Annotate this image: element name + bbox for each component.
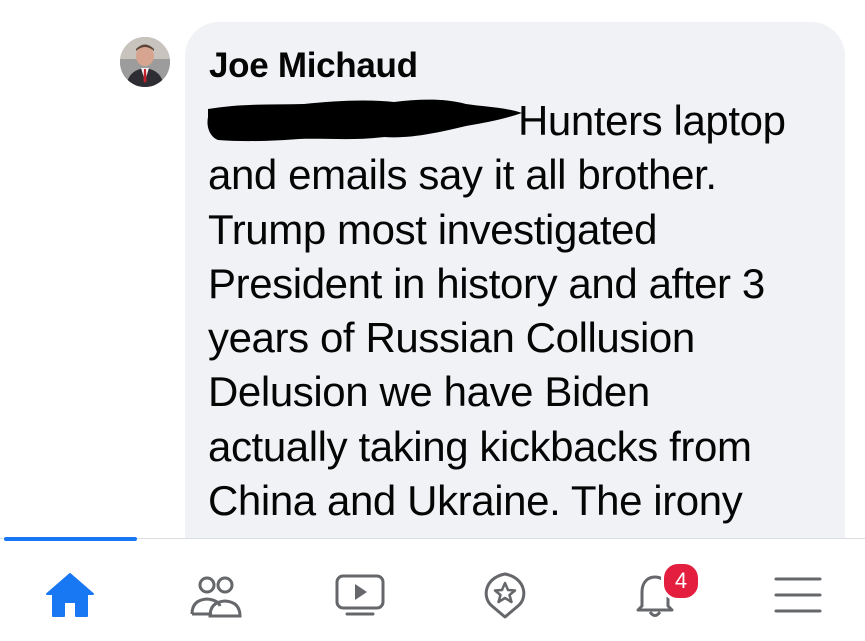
notification-badge: 4 [661,561,701,601]
comment-line-6: Delusion we have Biden [208,368,650,416]
comment-line-1-text: Hunters laptop [518,97,786,144]
bottom-tab-bar: 4 [0,537,865,641]
avatar[interactable] [120,37,170,87]
friends-icon [190,576,242,618]
screen: Joe Michaud Hunters laptop and emails sa… [0,0,865,641]
marketplace-icon [484,572,526,619]
avatar-photo [120,37,170,87]
comment-line-2: and emails say it all brother. [208,151,717,199]
comment-line-4: President in history and after 3 [208,259,765,307]
redaction-mark [207,99,522,142]
tab-home[interactable] [20,555,120,635]
comment-line-1: Hunters laptop [207,94,833,148]
watch-icon [335,574,385,616]
comment-text: Hunters laptop and emails say it all bro… [207,94,833,528]
comment-line-3: Trump most investigated [208,205,658,253]
tab-marketplace[interactable] [455,555,555,635]
comment-line-7: actually taking kickbacks from [208,422,752,470]
active-tab-indicator [4,537,137,541]
comment-line-5: years of Russian Collusion [208,314,695,362]
comment-line-8: China and Ukraine. The irony [208,477,743,525]
tab-menu[interactable] [748,555,848,635]
tab-watch[interactable] [310,555,410,635]
tab-friends[interactable] [165,555,265,635]
menu-icon [774,577,822,613]
tab-notifications[interactable]: 4 [605,555,705,635]
home-icon [46,573,94,617]
comment-author[interactable]: Joe Michaud [209,46,418,86]
